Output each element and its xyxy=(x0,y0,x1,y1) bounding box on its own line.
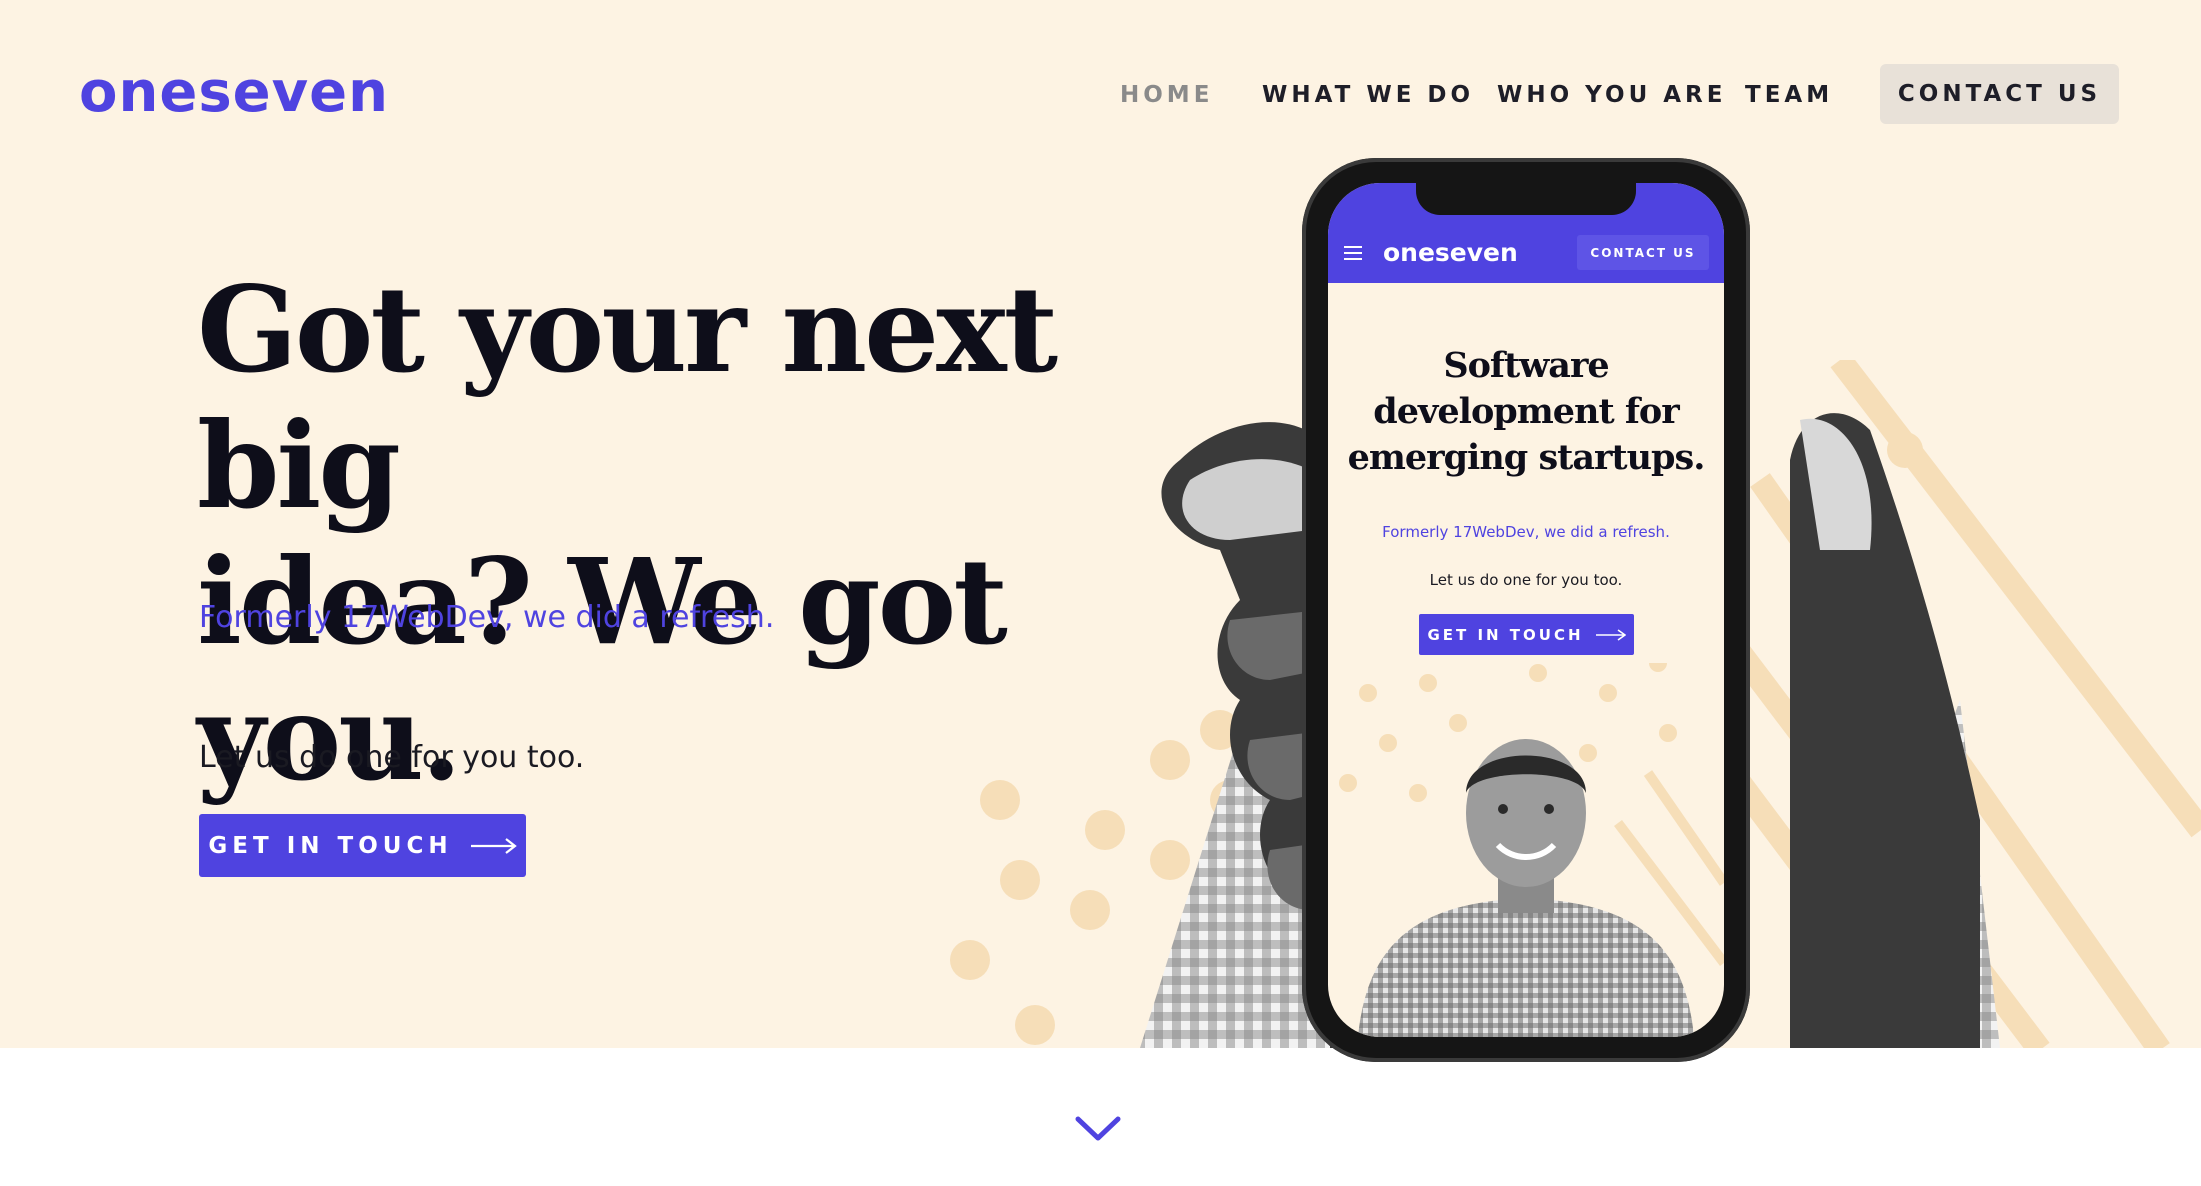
nav-who-you-are[interactable]: WHO YOU ARE xyxy=(1497,82,1726,108)
phone-logo: oneseven xyxy=(1383,238,1518,267)
nav-what-we-do[interactable]: WHAT WE DO xyxy=(1262,82,1474,108)
hero-headline-line1: Got your next big xyxy=(197,260,1058,535)
phone-cta-label: GET IN TOUCH xyxy=(1427,625,1584,644)
get-in-touch-label: GET IN TOUCH xyxy=(208,832,453,859)
hero-headline: Got your next big idea? We got you. xyxy=(197,262,1197,806)
phone-arrow-right-icon xyxy=(1595,628,1626,641)
phone-tagline: Let us do one for you too. xyxy=(1429,571,1623,589)
get-in-touch-button[interactable]: GET IN TOUCH xyxy=(199,814,526,877)
hero-tagline: Let us do one for you too. xyxy=(199,740,585,775)
phone-get-in-touch-button[interactable]: GET IN TOUCH xyxy=(1419,614,1634,655)
phone-screen: oneseven CONTACT US Software development… xyxy=(1328,183,1724,1037)
person-photo xyxy=(1358,739,1694,1037)
phone-headline-line2: development for xyxy=(1373,391,1679,432)
phone-headline-line1: Software xyxy=(1443,345,1609,386)
phone-contact-button[interactable]: CONTACT US xyxy=(1577,235,1709,270)
hero-subtitle: Formerly 17WebDev, we did a refresh. xyxy=(199,600,775,635)
nav-home[interactable]: HOME xyxy=(1120,82,1213,108)
phone-notch xyxy=(1416,183,1636,215)
hamburger-icon[interactable] xyxy=(1344,246,1362,260)
contact-us-button[interactable]: CONTACT US xyxy=(1880,64,2119,124)
chevron-down-icon[interactable] xyxy=(1075,1115,1121,1143)
hero-section: oneseven HOME WHAT WE DO WHO YOU ARE TEA… xyxy=(0,0,2201,1048)
phone-subtitle: Formerly 17WebDev, we did a refresh. xyxy=(1382,523,1670,541)
logo[interactable]: oneseven xyxy=(79,60,389,125)
nav-team[interactable]: TEAM xyxy=(1745,82,1833,108)
phone-headline-line3: emerging startups. xyxy=(1347,437,1706,478)
arrow-right-icon xyxy=(470,837,517,854)
phone-headline: Software development for emerging startu… xyxy=(1328,343,1724,481)
